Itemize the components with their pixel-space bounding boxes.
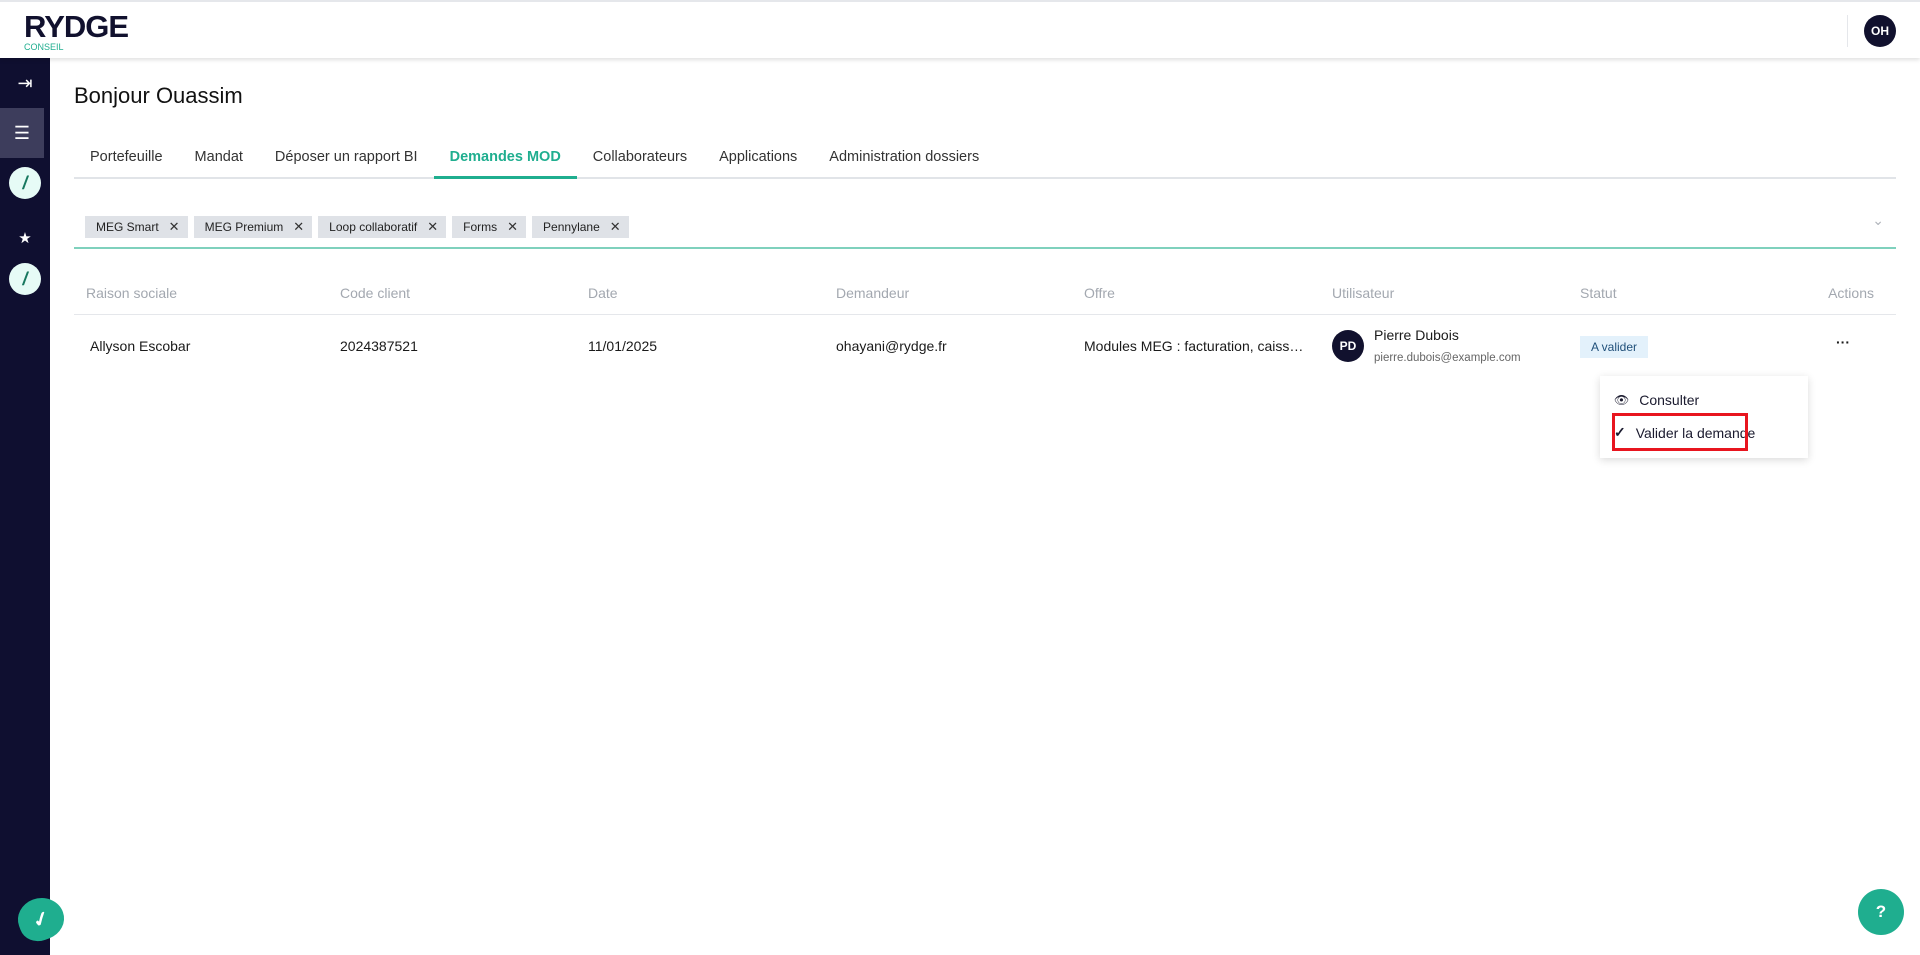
table-header: Raison sociale Code client Date Demandeu… bbox=[74, 280, 1896, 315]
tab-portefeuille[interactable]: Portefeuille bbox=[74, 145, 179, 179]
filter-chip: Forms ✕ bbox=[452, 216, 527, 238]
app-icon[interactable]: / bbox=[9, 263, 41, 295]
table-row[interactable]: Allyson Escobar 2024387521 11/01/2025 oh… bbox=[74, 316, 1896, 380]
top-header: RYDGE CONSEIL OH bbox=[0, 0, 1920, 58]
tab-collaborateurs[interactable]: Collaborateurs bbox=[577, 145, 703, 179]
column-header: Statut bbox=[1580, 285, 1617, 301]
remove-chip-icon[interactable]: ✕ bbox=[293, 219, 304, 235]
star-icon[interactable]: ★ bbox=[0, 213, 50, 263]
app-icon[interactable]: / bbox=[9, 167, 41, 199]
check-icon: ✓ bbox=[1614, 424, 1626, 440]
user-email: pierre.dubois@example.com bbox=[1374, 352, 1521, 364]
page-title: Bonjour Ouassim bbox=[74, 83, 243, 108]
demandeur: ohayani@rydge.fr bbox=[836, 338, 947, 354]
help-button[interactable]: ? bbox=[1858, 889, 1904, 935]
column-header: Code client bbox=[340, 285, 411, 301]
filter-chip: MEG Premium ✕ bbox=[193, 216, 313, 238]
filter-chip: Loop collaboratif ✕ bbox=[318, 216, 447, 238]
menu-item-consulter[interactable]: 👁 Consulter bbox=[1614, 392, 1699, 408]
user-name: Pierre Dubois bbox=[1374, 327, 1459, 343]
menu-item-valider-la-demande[interactable]: ✓ Valider la demande bbox=[1614, 424, 1755, 441]
rydge-logo[interactable]: RYDGE CONSEIL bbox=[24, 11, 129, 52]
code-client: 2024387521 bbox=[340, 338, 418, 354]
remove-chip-icon[interactable]: ✕ bbox=[610, 219, 621, 235]
remove-chip-icon[interactable]: ✕ bbox=[169, 219, 180, 235]
offre: Modules MEG : facturation, caiss… bbox=[1084, 338, 1304, 354]
remove-chip-icon[interactable]: ✕ bbox=[427, 219, 438, 235]
tab-administration-dossiers[interactable]: Administration dossiers bbox=[813, 145, 995, 179]
column-header: Actions bbox=[1828, 285, 1874, 301]
column-header: Date bbox=[588, 285, 618, 301]
row-actions-button[interactable]: ··· bbox=[1836, 334, 1850, 350]
tab-deposer-rapport-bi[interactable]: Déposer un rapport BI bbox=[259, 145, 434, 179]
tab-demandes-mod[interactable]: Demandes MOD bbox=[433, 145, 577, 179]
column-header: Utilisateur bbox=[1332, 285, 1395, 301]
column-header: Offre bbox=[1084, 285, 1115, 301]
tab-mandat[interactable]: Mandat bbox=[179, 145, 259, 179]
tab-applications[interactable]: Applications bbox=[703, 145, 813, 179]
offer-filter-select[interactable]: MEG Smart ✕ MEG Premium ✕ Loop collaborati… bbox=[74, 206, 1896, 249]
header-divider bbox=[1847, 15, 1848, 47]
avatar: PD bbox=[1332, 330, 1364, 362]
column-header: Raison sociale bbox=[86, 285, 178, 301]
filter-chip: Pennylane ✕ bbox=[532, 216, 629, 238]
collapse-sidebar-icon[interactable]: ⇥ bbox=[0, 58, 50, 108]
filter-chip: MEG Smart ✕ bbox=[85, 216, 188, 238]
actions-menu: 👁 Consulter ✓ Valider la demande bbox=[1600, 376, 1808, 458]
raison-sociale: Allyson Escobar bbox=[90, 338, 191, 354]
sidebar: ⇥ ☰ / ★ / bbox=[0, 58, 50, 955]
column-header: Demandeur bbox=[836, 285, 910, 301]
remove-chip-icon[interactable]: ✕ bbox=[507, 219, 518, 235]
chevron-down-icon[interactable]: ⌄ bbox=[1872, 212, 1884, 229]
user-avatar[interactable]: OH bbox=[1864, 15, 1896, 47]
date: 11/01/2025 bbox=[588, 338, 658, 354]
list-icon[interactable]: ☰ bbox=[0, 108, 44, 158]
eye-icon: 👁 bbox=[1614, 393, 1630, 407]
status-badge: A valider bbox=[1580, 336, 1649, 358]
tab-bar: Portefeuille Mandat Déposer un rapport B… bbox=[74, 145, 1896, 179]
